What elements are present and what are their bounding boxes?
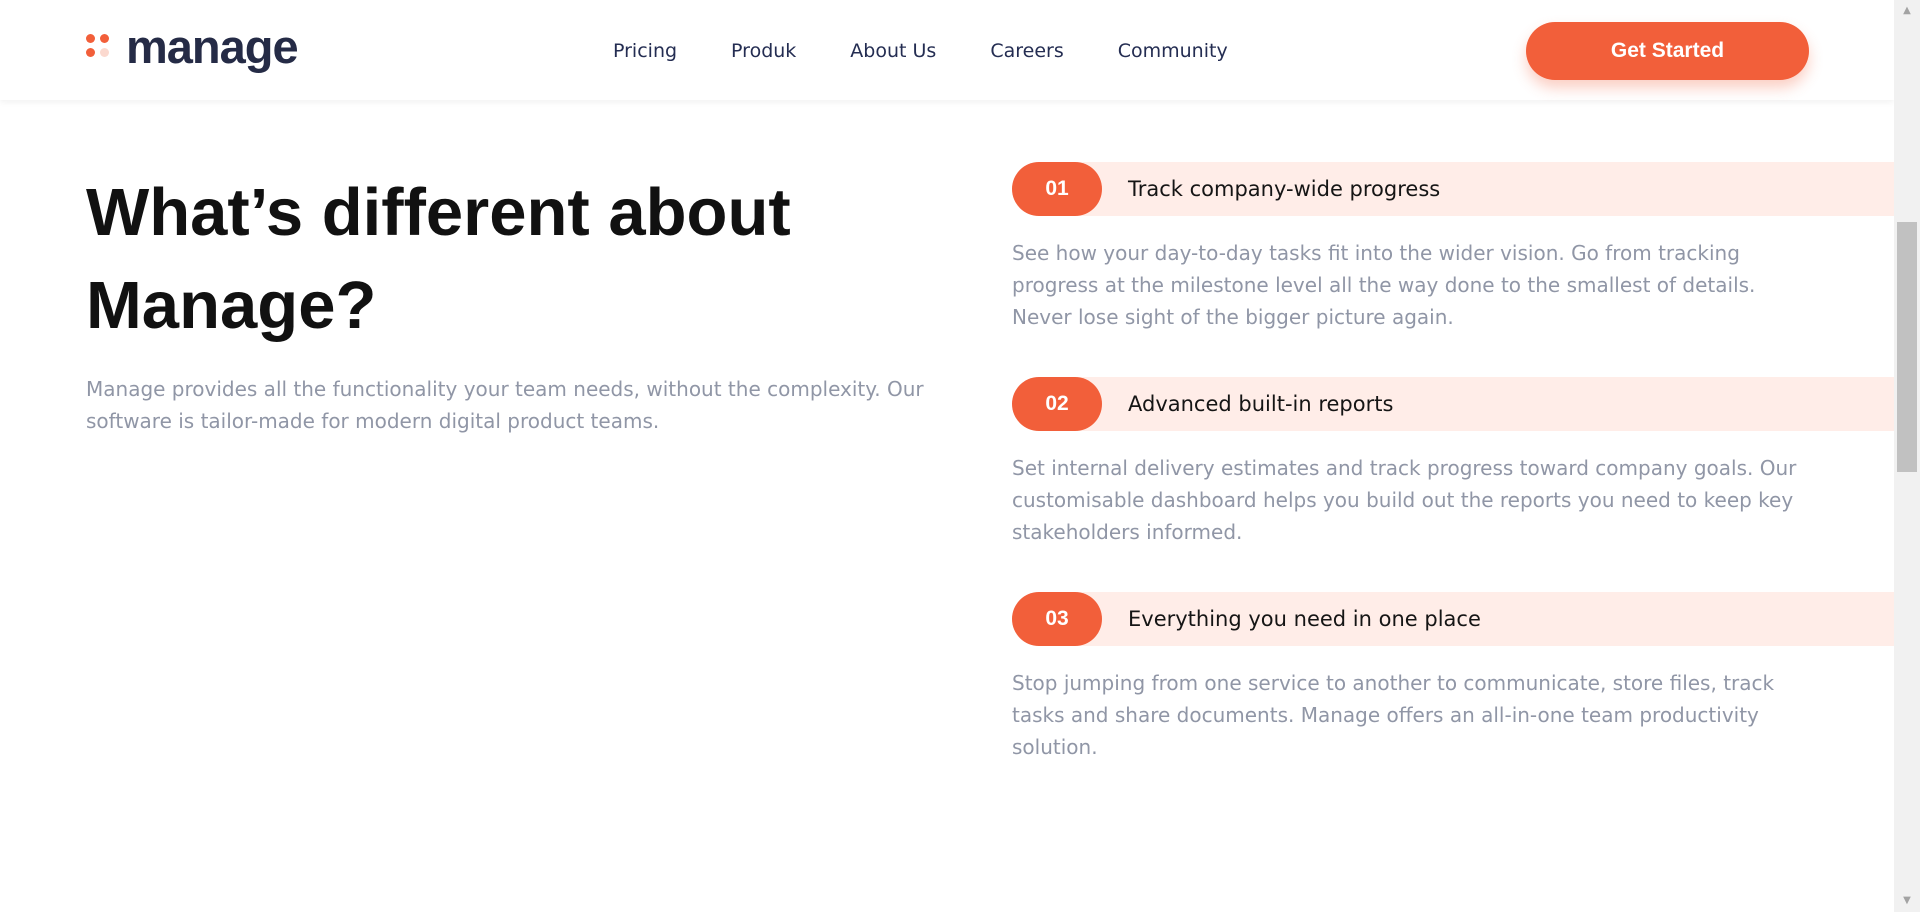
feature-header: 03 Everything you need in one place [1012, 592, 1894, 646]
feature-number-badge: 02 [1012, 377, 1102, 431]
nav-link-produk[interactable]: Produk [731, 38, 796, 64]
feature-item: 03 Everything you need in one place Stop… [1012, 592, 1894, 763]
get-started-button[interactable]: Get Started [1526, 22, 1809, 80]
feature-header: 01 Track company-wide progress [1012, 162, 1894, 216]
feature-title: Advanced built-in reports [1128, 392, 1394, 416]
vertical-scrollbar[interactable]: ▲ ▼ [1894, 0, 1920, 912]
nav-link-pricing[interactable]: Pricing [613, 38, 677, 64]
section-description: Manage provides all the functionality yo… [86, 377, 924, 433]
feature-description: See how your day-to-day tasks fit into t… [1012, 241, 1756, 329]
feature-item: 02 Advanced built-in reports Set interna… [1012, 377, 1894, 548]
main-nav: Pricing Produk About Us Careers Communit… [613, 38, 1282, 64]
feature-title: Track company-wide progress [1128, 177, 1441, 201]
four-dots-logo-icon [86, 34, 112, 60]
logo-wordmark: manage [126, 20, 299, 73]
feature-header: 02 Advanced built-in reports [1012, 377, 1894, 431]
nav-link-about-us[interactable]: About Us [850, 38, 936, 64]
section-title: What’s different about Manage? [86, 175, 791, 343]
feature-title: Everything you need in one place [1128, 607, 1481, 631]
feature-description: Set internal delivery estimates and trac… [1012, 456, 1797, 544]
scroll-down-arrow-icon[interactable]: ▼ [1894, 890, 1920, 912]
feature-description: Stop jumping from one service to another… [1012, 671, 1775, 759]
nav-link-community[interactable]: Community [1118, 38, 1228, 64]
logo[interactable]: manage [86, 20, 299, 73]
scroll-up-arrow-icon[interactable]: ▲ [1894, 0, 1920, 22]
scrollbar-thumb[interactable] [1897, 222, 1917, 472]
nav-link-careers[interactable]: Careers [990, 38, 1063, 64]
site-header: manage Pricing Produk About Us Careers C… [0, 0, 1894, 100]
feature-item: 01 Track company-wide progress See how y… [1012, 162, 1894, 333]
feature-number-badge: 03 [1012, 592, 1102, 646]
feature-number-badge: 01 [1012, 162, 1102, 216]
